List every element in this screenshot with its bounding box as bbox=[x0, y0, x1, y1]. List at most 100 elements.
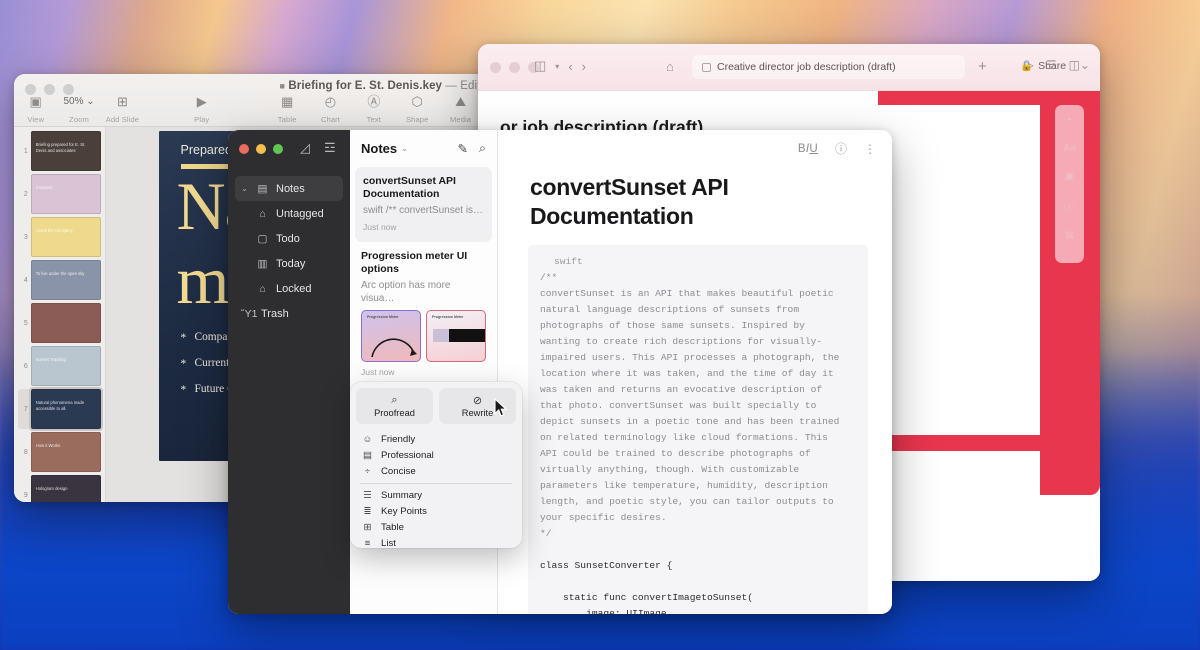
gallery-view-icon[interactable]: ◿ bbox=[300, 140, 310, 156]
keynote-tool-label: Table bbox=[277, 115, 297, 124]
writing-tools-tone-group[interactable]: ☺ Friendly ▤ Professional ÷ Concise bbox=[350, 431, 522, 479]
format-option-table[interactable]: ⊞ Table bbox=[350, 520, 522, 536]
proofread-label: Proofread bbox=[374, 408, 415, 418]
slide-thumbnail-row[interactable]: 9 Hologram design bbox=[18, 475, 101, 502]
slide-thumbnail-text: To live under the open sky bbox=[35, 271, 85, 276]
text-style-icon[interactable]: Aa bbox=[1063, 143, 1075, 154]
format-option-key-points[interactable]: ≣ Key Points bbox=[350, 504, 522, 520]
slide-thumbnail[interactable]: Sunset Tracking bbox=[30, 346, 101, 386]
close-button[interactable] bbox=[490, 62, 501, 73]
minimize-button[interactable] bbox=[256, 143, 266, 154]
notes-traffic-lights[interactable] bbox=[239, 143, 283, 154]
writing-tools-format-group[interactable]: ☰ Summary ≣ Key Points ⊞ Table ≡ List bbox=[350, 488, 522, 548]
sidebar-item-untagged[interactable]: ⌂ Untagged bbox=[235, 201, 343, 226]
slide-thumbnail-row[interactable]: 5 bbox=[18, 303, 101, 343]
media-play-icon[interactable]: ▷ bbox=[1025, 58, 1034, 72]
slide-thumbnail[interactable]: Briefing prepared for E. St. Denis and a… bbox=[30, 131, 101, 171]
slide-thumbnail[interactable]: Natural phenomena made accessible to all… bbox=[28, 387, 104, 431]
note-list-item[interactable]: Progression meter UI options Arc option h… bbox=[350, 242, 497, 387]
sidebar-item-today[interactable]: ▥ Today bbox=[235, 251, 343, 276]
tab-overview-icon[interactable]: ◫⌄ bbox=[1069, 58, 1090, 72]
slide-thumbnail[interactable]: Contents bbox=[30, 174, 101, 214]
rewrite-label: Rewrite bbox=[461, 408, 494, 418]
compose-note-icon[interactable]: ✎ bbox=[458, 141, 468, 156]
chevron-down-icon[interactable]: ⌄ bbox=[401, 144, 408, 153]
slide-thumbnail[interactable]: About the Company bbox=[30, 217, 101, 257]
note-thumbnail-bar[interactable]: Progression Meter bbox=[426, 310, 486, 362]
note-thumbnail-arc[interactable]: Progression Meter bbox=[361, 310, 421, 362]
new-tab-button[interactable]: + bbox=[978, 58, 987, 75]
slide-thumbnail-row[interactable]: 7 Natural phenomena made accessible to al… bbox=[18, 387, 104, 431]
slide-thumbnail-row[interactable]: 2 Contents bbox=[18, 174, 101, 214]
slide-thumbnail[interactable]: Hologram design bbox=[30, 475, 101, 502]
command-icon[interactable]: ⌘ bbox=[1065, 231, 1075, 242]
info-icon[interactable]: ⓘ bbox=[1065, 199, 1075, 214]
keynote-tool-zoom[interactable]: 50% ⌄ Zoom bbox=[57, 94, 100, 127]
notes-window[interactable]: ◿ ☲ ⌄ ▤ Notes ⌂ Untagged ▢ Todo ▥ Today ⌂ Locked Ὕ1… bbox=[228, 130, 892, 614]
slide-thumbnail-text: About the Company bbox=[35, 228, 73, 233]
code-comment-open: /** bbox=[540, 272, 558, 283]
keynote-tool-view[interactable]: ▣ View bbox=[14, 94, 57, 127]
sidebar-item-todo[interactable]: ▢ Todo bbox=[235, 226, 343, 251]
keynote-tool-text[interactable]: Ⓐ Text bbox=[352, 94, 395, 127]
menu-item-label: Friendly bbox=[381, 433, 416, 445]
slide-thumbnail-row[interactable]: 1 Briefing prepared for E. St. Denis and … bbox=[18, 131, 101, 171]
sidebar-item-trash[interactable]: Ὕ1 Trash bbox=[235, 301, 343, 326]
keynote-tool-table[interactable]: ▦ Table bbox=[265, 94, 308, 127]
notifications-off-icon[interactable]: ☰ bbox=[1046, 58, 1057, 72]
close-button[interactable] bbox=[239, 143, 249, 154]
notes-folder-list[interactable]: ⌄ ▤ Notes ⌂ Untagged ▢ Todo ▥ Today ⌂ Locked Ὕ1 Tras… bbox=[228, 167, 350, 326]
keynote-tool-chart[interactable]: ◴ Chart bbox=[309, 94, 352, 127]
forward-button[interactable]: › bbox=[582, 59, 586, 74]
sidebar-toggle-icon[interactable]: ◫ bbox=[534, 58, 546, 74]
notes-sidebar[interactable]: ◿ ☲ ⌄ ▤ Notes ⌂ Untagged ▢ Todo ▥ Today ⌂ Locked Ὕ1… bbox=[228, 130, 350, 614]
bold-button[interactable]: B bbox=[798, 143, 806, 155]
back-button[interactable]: ‹ bbox=[568, 59, 572, 74]
safari-active-tab[interactable]: Creative director job description (draft… bbox=[692, 55, 965, 79]
format-option-list[interactable]: ≡ List bbox=[350, 536, 522, 548]
chevron-down-icon[interactable]: ⌄ bbox=[241, 184, 249, 193]
slide-thumbnail[interactable]: To live under the open sky bbox=[30, 260, 101, 300]
keynote-tool-shape[interactable]: ⬡ Shape bbox=[396, 94, 439, 127]
keynote-tool-add-slide[interactable]: ⊞ Add Slide bbox=[101, 94, 144, 127]
image-icon[interactable]: ▣ bbox=[1065, 171, 1074, 182]
keynote-tool-label: Shape bbox=[405, 115, 429, 124]
tone-option-friendly[interactable]: ☺ Friendly bbox=[350, 431, 522, 447]
keynote-tool-media[interactable]: ⛰ Media bbox=[439, 94, 482, 127]
filter-icon[interactable]: ☲ bbox=[324, 140, 336, 156]
chevron-down-icon[interactable]: ▾ bbox=[555, 62, 559, 71]
slide-thumbnail-row[interactable]: 4 To live under the open sky bbox=[18, 260, 101, 300]
slide-thumbnail[interactable]: How it Works bbox=[30, 432, 101, 472]
sidebar-item-label: Untagged bbox=[276, 207, 324, 220]
note-detail-pane[interactable]: BIU ⓘ ⋮ convertSunset API Documentation … bbox=[498, 130, 892, 614]
note-code-block[interactable]: swift /** convertSunset is an API that m… bbox=[528, 245, 868, 614]
note-detail-toolbar: BIU ⓘ ⋮ bbox=[498, 130, 892, 167]
page-side-toolbar[interactable]: + Aa ▣ ⓘ ⌘ bbox=[1055, 105, 1084, 263]
notes-sidebar-tools[interactable]: ◿ ☲ bbox=[300, 140, 336, 156]
home-icon[interactable]: ⌂ bbox=[666, 59, 674, 74]
tone-option-professional[interactable]: ▤ Professional bbox=[350, 447, 522, 463]
maximize-button[interactable] bbox=[273, 143, 283, 154]
slide-thumbnail-row[interactable]: 3 About the Company bbox=[18, 217, 101, 257]
sidebar-item-locked[interactable]: ⌂ Locked bbox=[235, 276, 343, 301]
proofread-button[interactable]: ⌕ Proofread bbox=[356, 388, 433, 424]
slide-thumbnail-row[interactable]: 6 Sunset Tracking bbox=[18, 346, 101, 386]
keynote-slide-navigator[interactable]: 1 Briefing prepared for E. St. Denis and … bbox=[14, 127, 106, 502]
slide-number: 3 bbox=[23, 233, 28, 241]
search-icon[interactable]: ⌕ bbox=[479, 141, 486, 156]
keynote-tool-play[interactable]: ▶ Play bbox=[180, 94, 223, 127]
note-list-item[interactable]: convertSunset API Documentation swift /**… bbox=[355, 167, 492, 242]
text-format-controls[interactable]: BIU bbox=[798, 143, 818, 155]
minimize-button[interactable] bbox=[509, 62, 520, 73]
sidebar-item-notes[interactable]: ⌄ ▤ Notes bbox=[235, 176, 343, 201]
menu-divider bbox=[360, 483, 512, 484]
safari-traffic-lights[interactable] bbox=[490, 62, 539, 73]
underline-button[interactable]: U bbox=[809, 143, 818, 155]
add-icon[interactable]: + bbox=[1067, 115, 1073, 126]
slide-thumbnail-row[interactable]: 8 How it Works bbox=[18, 432, 101, 472]
format-option-summary[interactable]: ☰ Summary bbox=[350, 488, 522, 504]
more-options-icon[interactable]: ⋮ bbox=[864, 142, 876, 156]
tone-option-concise[interactable]: ÷ Concise bbox=[350, 463, 522, 479]
slide-thumbnail[interactable] bbox=[30, 303, 101, 343]
info-icon[interactable]: ⓘ bbox=[835, 140, 847, 157]
